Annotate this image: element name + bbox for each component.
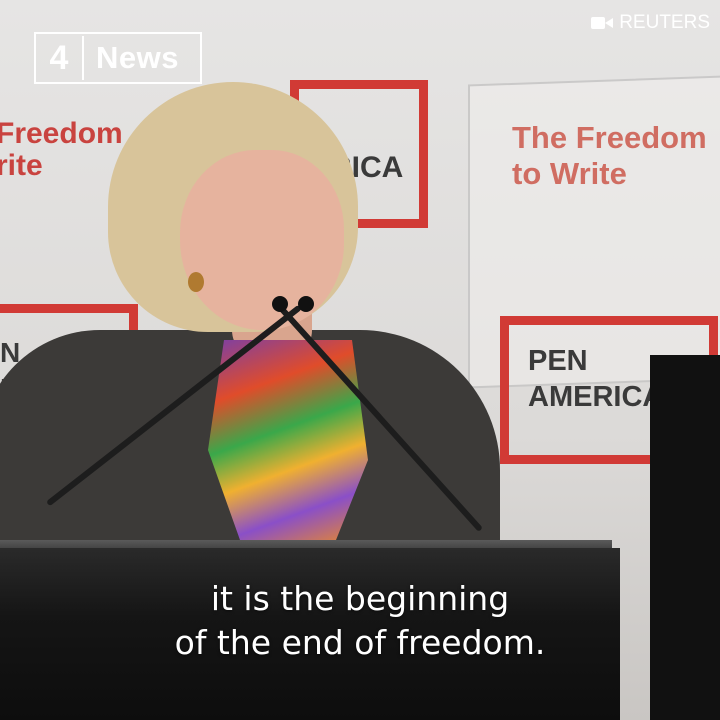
microphone-head xyxy=(298,296,314,312)
backdrop-text: PEN xyxy=(528,345,588,377)
video-camera-icon xyxy=(591,16,614,30)
subtitle: it is the beginning of the end of freedo… xyxy=(0,577,720,665)
agency-credit: REUTERS xyxy=(591,12,710,34)
channel-logo-word: News xyxy=(96,40,179,75)
teleprompter-stand xyxy=(650,355,720,720)
speaker-scarf xyxy=(208,340,368,540)
backdrop-text: rite xyxy=(0,149,43,182)
backdrop-text: Freedom xyxy=(0,117,123,150)
backdrop-text: to Write xyxy=(512,156,627,191)
backdrop-text: AMERICA xyxy=(528,381,664,413)
speaker-face xyxy=(180,150,344,330)
video-frame: Freedom rite RICA The Freedom to Write N… xyxy=(0,0,720,720)
backdrop-text: The Freedom xyxy=(512,120,707,155)
speaker-earring xyxy=(188,272,204,292)
subtitle-line: it is the beginning xyxy=(210,579,510,618)
channel-logo: 4 News xyxy=(34,32,202,84)
microphone-head xyxy=(272,296,288,312)
channel-logo-digit: 4 xyxy=(36,36,84,80)
subtitle-line: of the end of freedom. xyxy=(174,623,546,662)
agency-credit-label: REUTERS xyxy=(619,12,710,33)
